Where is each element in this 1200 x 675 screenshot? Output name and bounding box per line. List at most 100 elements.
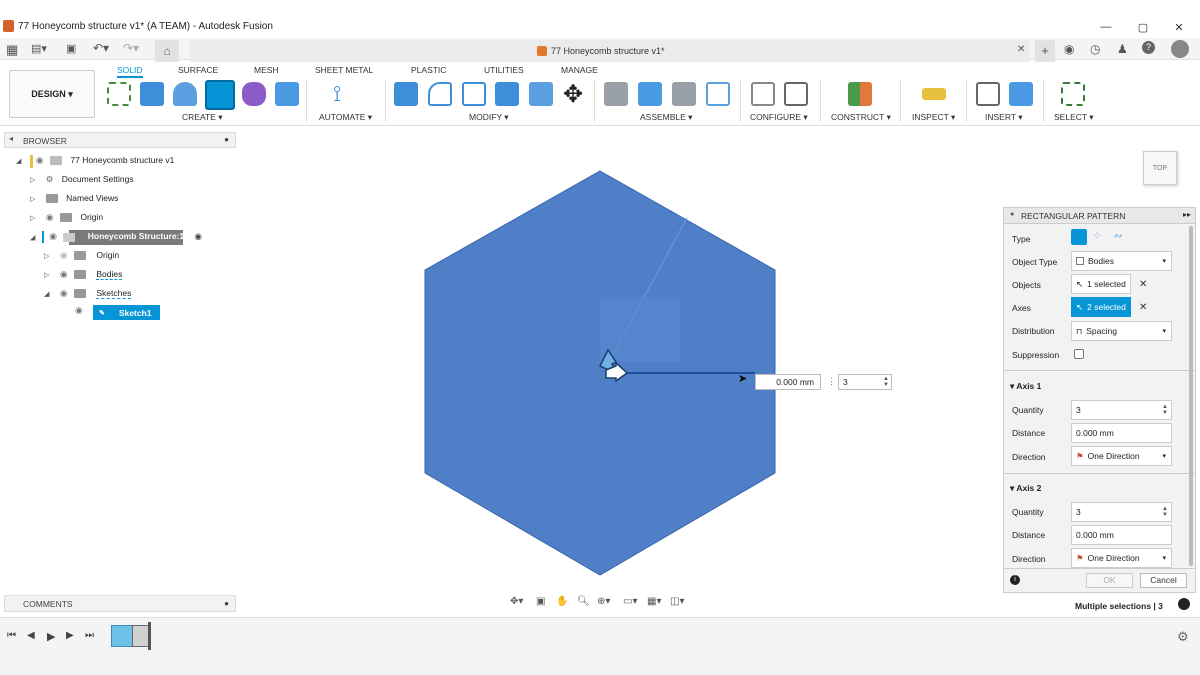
distribution-select[interactable]: ⊓ Spacing ▾ bbox=[1071, 321, 1172, 341]
expand-icon[interactable]: ▷ bbox=[30, 196, 35, 203]
gear-icon: ⚙ bbox=[45, 174, 54, 184]
eye-icon[interactable]: ◉ bbox=[60, 288, 68, 298]
zoom-window-icon[interactable]: ⊕▾ bbox=[597, 596, 610, 607]
divider bbox=[1004, 370, 1195, 371]
viewcube[interactable]: TOP bbox=[1143, 151, 1177, 185]
collapse-icon[interactable]: ◂ bbox=[9, 134, 13, 143]
step-back-icon[interactable]: ◀ bbox=[27, 630, 35, 641]
object-type-select[interactable]: Bodies ▾ bbox=[1071, 251, 1172, 271]
type-path-icon[interactable]: ∾ bbox=[1114, 231, 1122, 242]
activate-radio-icon[interactable]: ◉ bbox=[194, 231, 201, 241]
chevron-down-icon: ▾ bbox=[1162, 258, 1166, 265]
dialog-scrollbar[interactable] bbox=[1189, 226, 1193, 566]
eye-icon[interactable]: ◉ bbox=[60, 250, 68, 260]
browser-item-sketches[interactable]: ◢ ◉ Sketches bbox=[44, 288, 132, 305]
browser-item-label: Named Views bbox=[66, 193, 119, 203]
eye-icon[interactable]: ◉ bbox=[49, 231, 57, 241]
eye-icon[interactable]: ◉ bbox=[36, 155, 44, 165]
axis1-quantity-input[interactable]: 3 ▲ ▼ bbox=[1071, 400, 1172, 420]
axis2-distance-input[interactable]: 0.000 mm bbox=[1071, 525, 1172, 545]
type-circular-icon[interactable]: ⁘ bbox=[1093, 231, 1101, 242]
look-at-icon[interactable]: ▣ bbox=[536, 596, 545, 607]
browser-header[interactable]: ◂ BROWSER ● bbox=[4, 132, 236, 148]
cancel-label: Cancel bbox=[1150, 575, 1177, 585]
component-active-marker bbox=[41, 231, 44, 243]
axis1-quantity-value: 3 bbox=[1076, 405, 1081, 415]
axis1-header[interactable]: ▾ Axis 1 bbox=[1010, 381, 1041, 392]
objects-selector[interactable]: ↖ 1 selected bbox=[1071, 274, 1131, 294]
browser-item-root[interactable]: ◢ ◉ 77 Honeycomb structure v1 bbox=[16, 155, 174, 172]
browser-item-named-views[interactable]: ▷ Named Views bbox=[30, 193, 118, 210]
cancel-button[interactable]: Cancel bbox=[1140, 573, 1187, 588]
stepper-icon[interactable]: ▲ ▼ bbox=[1162, 404, 1168, 416]
browser-item-origin[interactable]: ▷ ◉ Origin bbox=[30, 212, 103, 229]
viewports-icon[interactable]: ◫▾ bbox=[670, 596, 684, 607]
navigation-bar: ✥▾ ▣ ✋ 🔍︎ ⊕▾ ▭▾ ▦▾ ◫▾ bbox=[507, 595, 693, 612]
expand-icon[interactable]: ▷ bbox=[30, 215, 35, 222]
pin-icon[interactable]: ● bbox=[224, 135, 229, 144]
root-active-marker bbox=[30, 155, 33, 168]
browser-item-bodies[interactable]: ▷ ◉ Bodies bbox=[44, 269, 123, 286]
browser-item-component[interactable]: ◢ ◉ Honeycomb Structure:1 ◉ bbox=[30, 231, 202, 248]
quantity-stepper-icon[interactable]: ▲ ▼ bbox=[883, 376, 889, 388]
ok-label: OK bbox=[1103, 575, 1116, 585]
eye-icon[interactable]: ◉ bbox=[60, 269, 68, 279]
go-to-end-icon[interactable]: ⏭ bbox=[85, 630, 94, 641]
axis2-direction-select[interactable]: ⚑ One Direction ▾ bbox=[1071, 548, 1172, 568]
chevron-down-icon: ▾ bbox=[1162, 453, 1166, 460]
expand-icon[interactable]: ◢ bbox=[44, 291, 49, 298]
axis2-quantity-input[interactable]: 3 ▲ ▼ bbox=[1071, 502, 1172, 522]
timeline-sketch-feature[interactable] bbox=[111, 625, 133, 647]
expand-dialog-icon[interactable]: ▸▸ bbox=[1183, 210, 1191, 219]
eye-icon[interactable]: ◉ bbox=[46, 212, 54, 222]
status-bar: Multiple selections | 3 bbox=[1003, 595, 1200, 615]
dialog-title: RECTANGULAR PATTERN bbox=[1021, 211, 1126, 221]
status-filter-icon[interactable] bbox=[1178, 598, 1190, 610]
ok-button[interactable]: OK bbox=[1086, 573, 1133, 588]
quantity-canvas-field[interactable]: 3 ▲ ▼ bbox=[838, 374, 892, 390]
pan-icon[interactable]: ✋ bbox=[556, 596, 568, 607]
expand-icon[interactable]: ◢ bbox=[16, 158, 21, 165]
stepper-icon[interactable]: ▲ ▼ bbox=[1162, 506, 1168, 518]
zoom-icon[interactable]: 🔍︎ bbox=[577, 596, 590, 607]
display-settings-icon[interactable]: ▭▾ bbox=[623, 596, 637, 607]
go-to-start-icon[interactable]: ⏮ bbox=[7, 630, 16, 641]
axis1-distance-input[interactable]: 0.000 mm bbox=[1071, 423, 1172, 443]
comments-panel[interactable]: COMMENTS ● bbox=[4, 595, 236, 612]
grid-settings-icon[interactable]: ▦▾ bbox=[647, 596, 661, 607]
chevron-down-icon: ▾ bbox=[1162, 328, 1166, 335]
browser-item-document-settings[interactable]: ▷ ⚙ Document Settings bbox=[30, 174, 134, 191]
expand-icon[interactable]: ▷ bbox=[44, 272, 49, 279]
drag-handle-icon[interactable]: ⋮ bbox=[827, 376, 836, 387]
step-forward-icon[interactable]: ▶ bbox=[66, 630, 74, 641]
expand-icon[interactable]: ◢ bbox=[30, 234, 35, 241]
pin-icon[interactable]: ● bbox=[224, 599, 229, 608]
eye-icon[interactable]: ◉ bbox=[75, 305, 83, 315]
browser-item-origin-sub[interactable]: ▷ ◉ Origin bbox=[44, 250, 119, 267]
browser-item-sketch1[interactable]: ◉ bbox=[75, 305, 83, 322]
chevron-down-icon: ▾ bbox=[1162, 555, 1166, 562]
comments-title: COMMENTS bbox=[23, 599, 73, 609]
axis2-distance-label: Distance bbox=[1012, 530, 1046, 540]
timeline-marker[interactable] bbox=[148, 622, 151, 650]
type-rectangular-icon[interactable] bbox=[1071, 229, 1087, 245]
distance-canvas-field[interactable]: 0.000 mm bbox=[755, 374, 821, 390]
expand-icon[interactable]: ▷ bbox=[44, 253, 49, 260]
timeline-settings-icon[interactable]: ⚙ bbox=[1177, 629, 1189, 645]
axis2-header[interactable]: ▾ Axis 2 bbox=[1010, 483, 1041, 494]
info-icon[interactable]: i bbox=[1010, 575, 1020, 585]
dialog-header[interactable]: ● RECTANGULAR PATTERN ▸▸ bbox=[1004, 208, 1195, 224]
expand-icon[interactable]: ▷ bbox=[30, 177, 35, 184]
axis1-direction-select[interactable]: ⚑ One Direction ▾ bbox=[1071, 446, 1172, 466]
clear-axes-icon[interactable]: ✕ bbox=[1139, 302, 1147, 313]
objects-label: Objects bbox=[1012, 280, 1041, 290]
play-icon[interactable]: ▶ bbox=[47, 630, 55, 643]
suppression-checkbox[interactable] bbox=[1074, 349, 1084, 359]
axes-selector[interactable]: ↖ 2 selected bbox=[1071, 297, 1131, 317]
sketch1-selected[interactable]: ✎ Sketch1 bbox=[93, 305, 160, 320]
origin-plane-hint bbox=[600, 297, 680, 362]
component-icon bbox=[63, 232, 76, 242]
clear-objects-icon[interactable]: ✕ bbox=[1139, 279, 1147, 290]
cursor-icon: ↖ bbox=[1076, 301, 1084, 312]
orbit-icon[interactable]: ✥▾ bbox=[510, 596, 523, 607]
